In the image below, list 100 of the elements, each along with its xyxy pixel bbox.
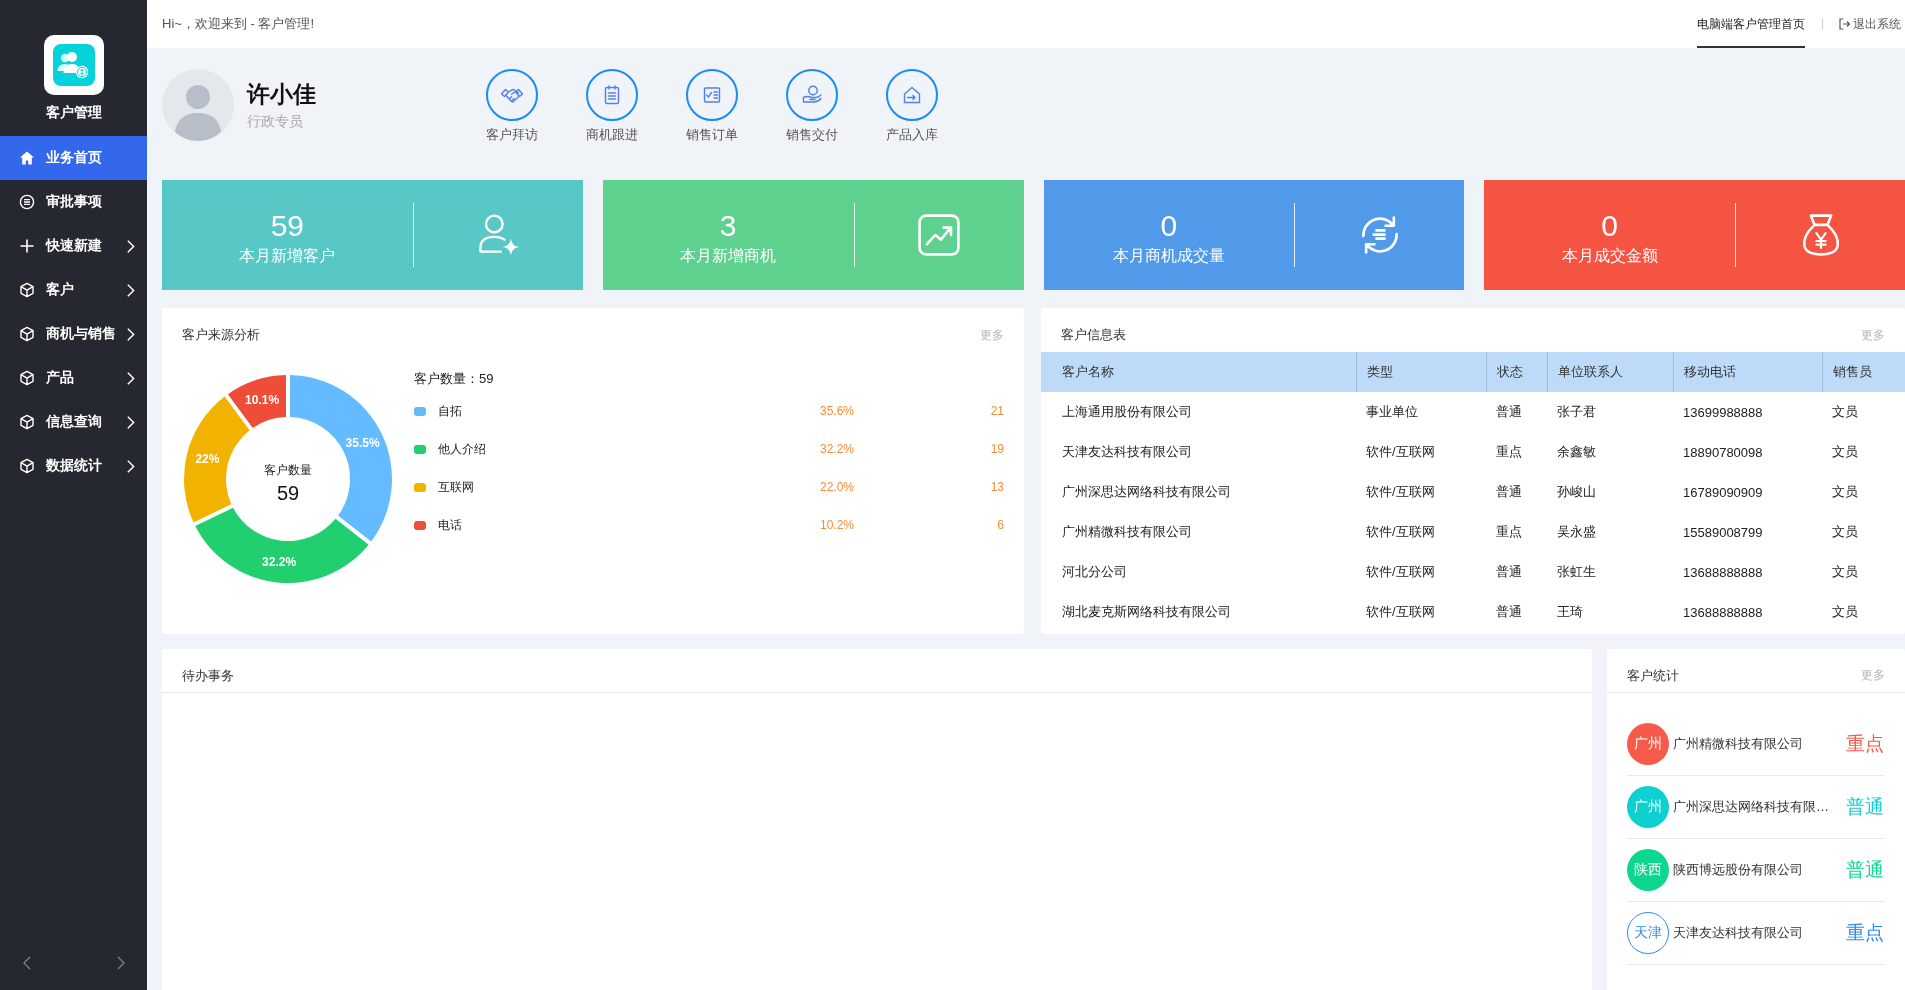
- table-cell-text: 广州精微科技有限公司: [1061, 523, 1193, 541]
- menu-item[interactable]: 业务首页: [0, 136, 147, 180]
- table-cell-text: 文员: [1831, 523, 1859, 541]
- legend-label: 互联网: [438, 478, 475, 496]
- table-cell-text: 天津友达科技有限公司: [1061, 443, 1193, 461]
- table-cell-text: 软件/互联网: [1365, 443, 1436, 461]
- table-cell-text: 孙峻山: [1556, 483, 1597, 501]
- table-cell-text: 文员: [1831, 563, 1859, 581]
- menu-item[interactable]: 客户: [0, 268, 147, 312]
- table-cell-text: 普通: [1495, 603, 1523, 621]
- quick-action-button[interactable]: 商机跟进: [586, 69, 638, 143]
- stat-value: 59: [270, 209, 305, 243]
- table-cell-text: 13688888888: [1682, 604, 1764, 620]
- company-name: 天津友达科技有限公司: [1673, 924, 1804, 942]
- chevron-right-icon: [126, 458, 135, 474]
- table-cell-text: 软件/互联网: [1365, 483, 1436, 501]
- table-cell-text: 文员: [1831, 443, 1859, 461]
- table-cell-text: 张虹生: [1556, 563, 1597, 581]
- quick-action-button[interactable]: 客户拜访: [486, 69, 538, 143]
- hand-coin-icon: [786, 69, 838, 121]
- menu-item[interactable]: 审批事项: [0, 180, 147, 224]
- city-badge: 广州: [1627, 723, 1669, 765]
- company-name: 陕西博远股份有限公司: [1673, 861, 1804, 879]
- list-circle-icon: [19, 194, 35, 210]
- stat-label: 本月成交金额: [1561, 246, 1658, 266]
- table-cell-text: 重点: [1495, 443, 1523, 461]
- clipboard-icon: [586, 69, 638, 121]
- legend-percent: 32.2%: [819, 442, 854, 456]
- table-cell-text: 18890780098: [1682, 444, 1764, 460]
- panel-title: 客户统计: [1627, 666, 1679, 685]
- legend-count: 13: [990, 480, 1004, 494]
- avatar-icon: [162, 69, 234, 141]
- quick-action-button[interactable]: 销售订单: [686, 69, 738, 143]
- stat-label: 本月新增客户: [239, 246, 336, 266]
- slice-label: 22%: [195, 452, 220, 467]
- stat-label: 本月商机成交量: [1112, 246, 1225, 266]
- legend-count: 6: [997, 518, 1004, 532]
- chevron-right-icon: [126, 370, 135, 386]
- stat-value: 0: [1601, 209, 1618, 243]
- quick-action-button[interactable]: 销售交付: [786, 69, 838, 143]
- table-cell-text: 张子君: [1556, 403, 1597, 421]
- menu-item[interactable]: 信息查询: [0, 400, 147, 444]
- slice-label: 35.5%: [345, 435, 380, 450]
- status-label: 重点: [1846, 732, 1884, 756]
- table-cell-text: 普通: [1495, 483, 1523, 501]
- chart-center-label: 客户数量: [264, 463, 312, 477]
- trend-chart-icon: [915, 211, 963, 259]
- chevron-left-icon[interactable]: [23, 956, 31, 970]
- city-badge: 陕西: [1627, 849, 1669, 891]
- logout-link[interactable]: 退出系统: [1839, 15, 1905, 33]
- menu-item[interactable]: 商机与销售: [0, 312, 147, 356]
- table-cell-text: 重点: [1495, 523, 1523, 541]
- table-cell-text: 13699988888: [1682, 404, 1764, 420]
- table-cell-text: 普通: [1495, 403, 1523, 421]
- legend-count: 19: [990, 442, 1004, 456]
- chevron-right-icon: [126, 414, 135, 430]
- column-header: 状态: [1486, 352, 1547, 392]
- table-cell-text: 15589008799: [1682, 524, 1764, 540]
- column-header: 类型: [1356, 352, 1486, 392]
- cube-icon: [19, 458, 35, 474]
- column-header: 销售员: [1822, 352, 1905, 392]
- menu-item[interactable]: 产品: [0, 356, 147, 400]
- table-cell-text: 软件/互联网: [1365, 563, 1436, 581]
- menu-item[interactable]: 快速新建: [0, 224, 147, 268]
- logout-icon: [1839, 18, 1850, 30]
- panel-title: 客户信息表: [1061, 326, 1126, 344]
- stat-label: 本月新增商机: [680, 246, 777, 266]
- table-cell-text: 软件/互联网: [1365, 603, 1436, 621]
- table-cell-text: 湖北麦克斯网络科技有限公司: [1061, 603, 1232, 621]
- table-cell-text: 河北分公司: [1061, 563, 1128, 581]
- city-badge: 天津: [1627, 912, 1669, 954]
- legend-percent: 10.2%: [819, 518, 854, 532]
- legend-percent: 22.0%: [819, 480, 854, 494]
- cube-icon: [19, 414, 35, 430]
- legend-percent: 35.6%: [819, 404, 854, 418]
- table-cell-text: 16789090909: [1682, 484, 1764, 500]
- status-label: 普通: [1846, 795, 1884, 819]
- table-cell-text: 上海通用股份有限公司: [1061, 403, 1193, 421]
- handshake-icon: [486, 69, 538, 121]
- table-cell-text: 王琦: [1556, 603, 1584, 621]
- company-name: 广州深思达网络科技有限…: [1673, 798, 1830, 816]
- status-label: 普通: [1846, 858, 1884, 882]
- home-icon: [19, 150, 35, 166]
- app-name: 客户管理: [45, 103, 102, 121]
- table-cell-text: 软件/互联网: [1365, 523, 1436, 541]
- chevron-right-icon: [126, 238, 135, 254]
- chevron-right-icon: [126, 326, 135, 342]
- quick-action-button[interactable]: 产品入库: [886, 69, 938, 143]
- panel-title: 待办事务: [182, 666, 234, 685]
- cube-icon: [19, 370, 35, 386]
- stat-value: 0: [1160, 209, 1178, 243]
- column-header: 移动电话: [1673, 352, 1822, 392]
- table-cell-text: 普通: [1495, 563, 1523, 581]
- legend-label: 自拓: [438, 402, 463, 420]
- chevron-right-icon[interactable]: [117, 956, 125, 970]
- panel-title: 客户来源分析: [182, 326, 260, 344]
- user-name: 许小佳: [247, 80, 316, 108]
- legend-count: 21: [990, 404, 1004, 418]
- table-cell-text: 文员: [1831, 403, 1859, 421]
- menu-item[interactable]: 数据统计: [0, 444, 147, 488]
